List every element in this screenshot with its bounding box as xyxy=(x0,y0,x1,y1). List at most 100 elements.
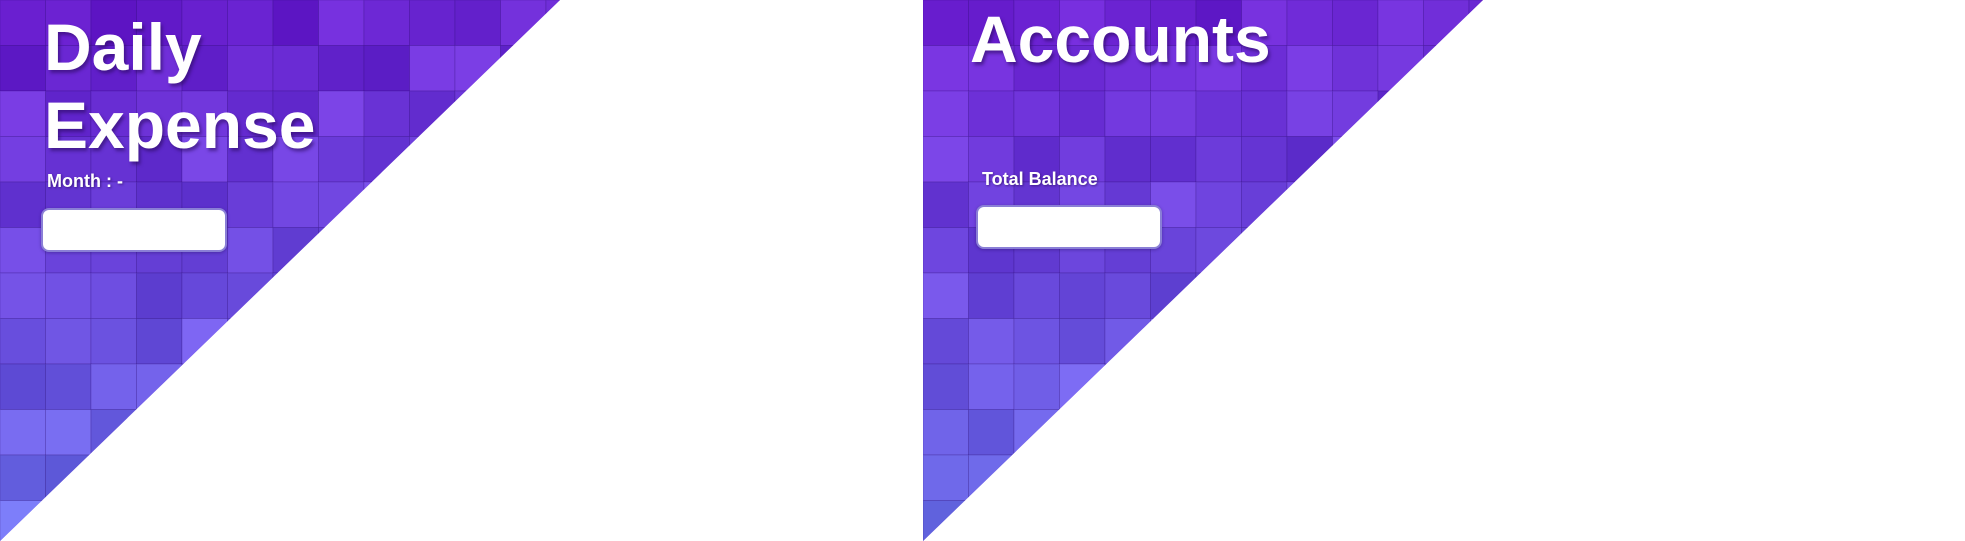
mosaic-tile xyxy=(1150,454,1197,501)
mosaic-tile xyxy=(409,272,456,319)
mosaic-tile xyxy=(1286,363,1333,410)
mosaic-tile xyxy=(363,90,410,137)
mosaic-tile xyxy=(454,272,501,319)
mosaic-tile xyxy=(1423,181,1470,228)
mosaic-tile xyxy=(363,0,410,46)
mosaic-tile xyxy=(1241,136,1288,183)
mosaic-tile xyxy=(1468,181,1483,228)
mosaic-tile xyxy=(272,318,319,365)
mosaic-tile xyxy=(363,500,410,541)
mosaic-tile xyxy=(227,227,274,274)
mosaic-tile xyxy=(1059,318,1106,365)
mosaic-tile xyxy=(1377,272,1424,319)
mosaic-tile xyxy=(545,90,560,137)
mosaic-tile xyxy=(136,409,183,456)
mosaic-tile xyxy=(1241,318,1288,365)
mosaic-tile xyxy=(1377,318,1424,365)
mosaic-tile xyxy=(0,0,46,46)
mosaic-tile xyxy=(1332,454,1379,501)
mosaic-tile xyxy=(923,318,969,365)
mosaic-tile xyxy=(1377,454,1424,501)
mosaic-tile xyxy=(1332,0,1379,46)
mosaic-tile xyxy=(1423,136,1470,183)
mosaic-tile xyxy=(545,409,560,456)
mosaic-tile xyxy=(1423,454,1470,501)
mosaic-tile xyxy=(363,318,410,365)
mosaic-tile xyxy=(45,318,92,365)
mosaic-tile xyxy=(454,363,501,410)
mosaic-tile xyxy=(272,454,319,501)
mosaic-tile xyxy=(545,136,560,183)
mosaic-tile xyxy=(500,318,547,365)
mosaic-tile xyxy=(1332,409,1379,456)
mosaic-tile xyxy=(1104,318,1151,365)
mosaic-tile xyxy=(1150,90,1197,137)
mosaic-tile xyxy=(90,363,137,410)
mosaic-tile xyxy=(1423,90,1470,137)
mosaic-tile xyxy=(1195,136,1242,183)
mosaic-tile xyxy=(45,363,92,410)
mosaic-tile xyxy=(1013,500,1060,541)
mosaic-tile xyxy=(227,409,274,456)
mosaic-tile xyxy=(1059,90,1106,137)
mosaic-tile xyxy=(1241,454,1288,501)
mosaic-tile xyxy=(0,136,46,183)
mosaic-tile xyxy=(1377,136,1424,183)
accounts-panel: Accounts Total Balance xyxy=(923,0,1483,541)
mosaic-tile xyxy=(272,500,319,541)
mosaic-tile xyxy=(1423,409,1470,456)
mosaic-tile xyxy=(923,272,969,319)
total-balance-input[interactable] xyxy=(976,205,1162,249)
mosaic-tile xyxy=(136,363,183,410)
mosaic-tile xyxy=(1286,500,1333,541)
mosaic-tile xyxy=(1377,90,1424,137)
mosaic-tile xyxy=(500,500,547,541)
mosaic-tile xyxy=(1195,454,1242,501)
mosaic-tile xyxy=(1241,227,1288,274)
mosaic-tile xyxy=(363,272,410,319)
mosaic-tile xyxy=(363,363,410,410)
mosaic-tile xyxy=(1377,363,1424,410)
mosaic-tile xyxy=(363,45,410,92)
mosaic-tile xyxy=(1332,272,1379,319)
mosaic-tile xyxy=(90,318,137,365)
mosaic-tile xyxy=(1468,45,1483,92)
mosaic-tile xyxy=(1468,90,1483,137)
daily-expense-panel: Daily Expense Month : - xyxy=(0,0,560,541)
mosaic-tile xyxy=(454,181,501,228)
mosaic-tile xyxy=(500,45,547,92)
mosaic-tile xyxy=(1377,181,1424,228)
mosaic-tile xyxy=(409,45,456,92)
mosaic-tile xyxy=(318,181,365,228)
mosaic-tile xyxy=(136,500,183,541)
mosaic-tile xyxy=(1150,272,1197,319)
mosaic-tile xyxy=(1286,454,1333,501)
mosaic-tile xyxy=(0,363,46,410)
mosaic-tile xyxy=(318,318,365,365)
mosaic-tile xyxy=(1195,272,1242,319)
mosaic-background xyxy=(923,0,1483,541)
mosaic-tile xyxy=(227,181,274,228)
mosaic-tile xyxy=(1377,409,1424,456)
mosaic-tile xyxy=(454,409,501,456)
mosaic-tile xyxy=(1241,363,1288,410)
mosaic-tile xyxy=(409,136,456,183)
mosaic-tile xyxy=(1468,227,1483,274)
mosaic-tile xyxy=(409,454,456,501)
mosaic-tile xyxy=(1286,318,1333,365)
mosaic-tile xyxy=(272,181,319,228)
month-label: Month : - xyxy=(47,171,123,191)
mosaic-tile xyxy=(0,454,46,501)
mosaic-tile xyxy=(923,0,969,46)
month-input[interactable] xyxy=(41,208,227,252)
mosaic-tile xyxy=(45,409,92,456)
mosaic-tile xyxy=(181,454,228,501)
mosaic-tile xyxy=(500,454,547,501)
mosaic-tile xyxy=(1195,363,1242,410)
mosaic-tile xyxy=(500,181,547,228)
mosaic-tile xyxy=(1195,500,1242,541)
mosaic-tile xyxy=(0,90,46,137)
mosaic-tile xyxy=(968,272,1015,319)
mosaic-tile xyxy=(1150,500,1197,541)
mosaic-tile xyxy=(1423,363,1470,410)
